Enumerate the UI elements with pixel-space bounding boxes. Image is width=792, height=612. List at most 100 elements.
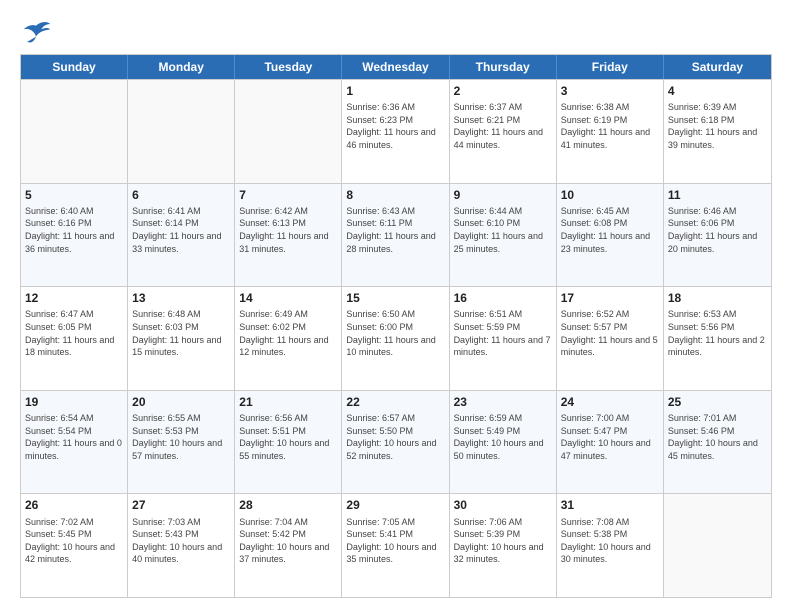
day-number: 11 [668,187,767,203]
day-number: 1 [346,83,444,99]
calendar-cell-19: 19 Sunrise: 6:54 AM Sunset: 5:54 PM Dayli… [21,391,128,494]
day-info: Sunrise: 6:37 AM Sunset: 6:21 PM Dayligh… [454,101,552,151]
day-info: Sunrise: 6:43 AM Sunset: 6:11 PM Dayligh… [346,205,444,255]
calendar-cell-8: 8Sunrise: 6:43 AM Sunset: 6:11 PM Daylig… [342,184,449,287]
calendar-cell-17: 17Sunrise: 6:52 AM Sunset: 5:57 PM Dayli… [557,287,664,390]
day-number: 3 [561,83,659,99]
day-info: Sunrise: 6:53 AM Sunset: 5:56 PM Dayligh… [668,308,767,358]
day-number: 16 [454,290,552,306]
calendar-cell-23: 23 Sunrise: 6:59 AM Sunset: 5:49 PM Dayli… [450,391,557,494]
day-info: Sunrise: 7:02 AM Sunset: 5:45 PM Dayligh… [25,516,123,566]
day-number: 4 [668,83,767,99]
day-info: Sunrise: 6:49 AM Sunset: 6:02 PM Dayligh… [239,308,337,358]
calendar-cell-9: 9 Sunrise: 6:44 AM Sunset: 6:10 PM Daylig… [450,184,557,287]
calendar-cell-31: 31 Sunrise: 7:08 AM Sunset: 5:38 PM Dayli… [557,494,664,597]
calendar-cell-empty-0-1 [128,80,235,183]
calendar-cell-7: 7 Sunrise: 6:42 AM Sunset: 6:13 PM Daylig… [235,184,342,287]
calendar-cell-30: 30 Sunrise: 7:06 AM Sunset: 5:39 PM Dayli… [450,494,557,597]
calendar-cell-empty-4-6 [664,494,771,597]
day-info: Sunrise: 6:41 AM Sunset: 6:14 PM Dayligh… [132,205,230,255]
day-info: Sunrise: 7:04 AM Sunset: 5:42 PM Dayligh… [239,516,337,566]
day-info: Sunrise: 6:57 AM Sunset: 5:50 PM Dayligh… [346,412,444,462]
day-info: Sunrise: 6:45 AM Sunset: 6:08 PM Dayligh… [561,205,659,255]
calendar-row-4: 19 Sunrise: 6:54 AM Sunset: 5:54 PM Dayli… [21,390,771,494]
day-info: Sunrise: 6:36 AM Sunset: 6:23 PM Dayligh… [346,101,444,151]
day-number: 2 [454,83,552,99]
calendar-body: 1 Sunrise: 6:36 AM Sunset: 6:23 PM Daylig… [21,79,771,597]
logo-bird-icon [20,18,52,46]
day-info: Sunrise: 6:56 AM Sunset: 5:51 PM Dayligh… [239,412,337,462]
day-number: 25 [668,394,767,410]
calendar-row-2: 5 Sunrise: 6:40 AM Sunset: 6:16 PM Daylig… [21,183,771,287]
header-day-monday: Monday [128,55,235,79]
calendar-row-5: 26 Sunrise: 7:02 AM Sunset: 5:45 PM Dayli… [21,493,771,597]
day-info: Sunrise: 6:39 AM Sunset: 6:18 PM Dayligh… [668,101,767,151]
day-number: 20 [132,394,230,410]
day-info: Sunrise: 6:54 AM Sunset: 5:54 PM Dayligh… [25,412,123,462]
day-info: Sunrise: 7:06 AM Sunset: 5:39 PM Dayligh… [454,516,552,566]
calendar-cell-10: 10Sunrise: 6:45 AM Sunset: 6:08 PM Dayli… [557,184,664,287]
header-day-thursday: Thursday [450,55,557,79]
calendar-cell-25: 25 Sunrise: 7:01 AM Sunset: 5:46 PM Dayli… [664,391,771,494]
header-day-tuesday: Tuesday [235,55,342,79]
day-number: 14 [239,290,337,306]
calendar-cell-12: 12 Sunrise: 6:47 AM Sunset: 6:05 PM Dayli… [21,287,128,390]
calendar-row-3: 12 Sunrise: 6:47 AM Sunset: 6:05 PM Dayli… [21,286,771,390]
calendar-cell-27: 27Sunrise: 7:03 AM Sunset: 5:43 PM Dayli… [128,494,235,597]
calendar-cell-3: 3 Sunrise: 6:38 AM Sunset: 6:19 PM Daylig… [557,80,664,183]
day-info: Sunrise: 6:44 AM Sunset: 6:10 PM Dayligh… [454,205,552,255]
calendar-cell-13: 13Sunrise: 6:48 AM Sunset: 6:03 PM Dayli… [128,287,235,390]
day-number: 29 [346,497,444,513]
calendar-cell-4: 4 Sunrise: 6:39 AM Sunset: 6:18 PM Daylig… [664,80,771,183]
day-number: 5 [25,187,123,203]
day-number: 12 [25,290,123,306]
page-header [20,18,772,46]
day-info: Sunrise: 6:47 AM Sunset: 6:05 PM Dayligh… [25,308,123,358]
calendar-cell-6: 6 Sunrise: 6:41 AM Sunset: 6:14 PM Daylig… [128,184,235,287]
day-info: Sunrise: 7:01 AM Sunset: 5:46 PM Dayligh… [668,412,767,462]
day-number: 19 [25,394,123,410]
day-number: 21 [239,394,337,410]
day-info: Sunrise: 6:40 AM Sunset: 6:16 PM Dayligh… [25,205,123,255]
day-number: 6 [132,187,230,203]
calendar-cell-2: 2 Sunrise: 6:37 AM Sunset: 6:21 PM Daylig… [450,80,557,183]
day-number: 28 [239,497,337,513]
day-number: 23 [454,394,552,410]
day-info: Sunrise: 6:38 AM Sunset: 6:19 PM Dayligh… [561,101,659,151]
header-day-wednesday: Wednesday [342,55,449,79]
calendar-cell-20: 20 Sunrise: 6:55 AM Sunset: 5:53 PM Dayli… [128,391,235,494]
calendar-cell-empty-0-2 [235,80,342,183]
day-number: 30 [454,497,552,513]
header-day-saturday: Saturday [664,55,771,79]
day-number: 13 [132,290,230,306]
calendar-cell-22: 22 Sunrise: 6:57 AM Sunset: 5:50 PM Dayli… [342,391,449,494]
day-number: 18 [668,290,767,306]
day-info: Sunrise: 7:08 AM Sunset: 5:38 PM Dayligh… [561,516,659,566]
day-number: 15 [346,290,444,306]
day-number: 22 [346,394,444,410]
calendar-cell-5: 5 Sunrise: 6:40 AM Sunset: 6:16 PM Daylig… [21,184,128,287]
calendar-cell-21: 21 Sunrise: 6:56 AM Sunset: 5:51 PM Dayli… [235,391,342,494]
day-number: 31 [561,497,659,513]
day-info: Sunrise: 6:59 AM Sunset: 5:49 PM Dayligh… [454,412,552,462]
calendar-cell-28: 28 Sunrise: 7:04 AM Sunset: 5:42 PM Dayli… [235,494,342,597]
day-number: 7 [239,187,337,203]
calendar-cell-29: 29 Sunrise: 7:05 AM Sunset: 5:41 PM Dayli… [342,494,449,597]
calendar: SundayMondayTuesdayWednesdayThursdayFrid… [20,54,772,598]
day-number: 26 [25,497,123,513]
day-info: Sunrise: 7:03 AM Sunset: 5:43 PM Dayligh… [132,516,230,566]
day-info: Sunrise: 6:55 AM Sunset: 5:53 PM Dayligh… [132,412,230,462]
day-number: 9 [454,187,552,203]
day-info: Sunrise: 6:51 AM Sunset: 5:59 PM Dayligh… [454,308,552,358]
day-info: Sunrise: 6:42 AM Sunset: 6:13 PM Dayligh… [239,205,337,255]
calendar-cell-empty-0-0 [21,80,128,183]
day-info: Sunrise: 7:05 AM Sunset: 5:41 PM Dayligh… [346,516,444,566]
calendar-cell-14: 14 Sunrise: 6:49 AM Sunset: 6:02 PM Dayli… [235,287,342,390]
day-info: Sunrise: 6:52 AM Sunset: 5:57 PM Dayligh… [561,308,659,358]
calendar-cell-18: 18 Sunrise: 6:53 AM Sunset: 5:56 PM Dayli… [664,287,771,390]
header-day-friday: Friday [557,55,664,79]
calendar-cell-1: 1 Sunrise: 6:36 AM Sunset: 6:23 PM Daylig… [342,80,449,183]
calendar-cell-24: 24Sunrise: 7:00 AM Sunset: 5:47 PM Dayli… [557,391,664,494]
day-info: Sunrise: 7:00 AM Sunset: 5:47 PM Dayligh… [561,412,659,462]
calendar-header: SundayMondayTuesdayWednesdayThursdayFrid… [21,55,771,79]
